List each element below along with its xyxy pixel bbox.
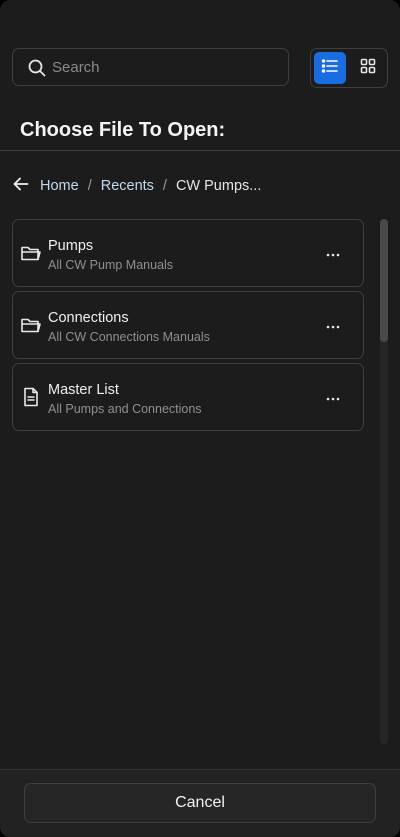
file-list: Pumps All CW Pump Manuals Connections Al… [12,219,364,435]
list-view-button[interactable] [314,52,346,84]
dialog-footer: Cancel [0,769,400,837]
file-description: All CW Connections Manuals [48,330,210,344]
file-picker-dialog: Choose File To Open: Home / Recents / CW… [0,0,400,837]
search-input[interactable] [52,49,282,85]
file-name: Pumps [48,238,94,254]
header-divider [0,150,400,151]
file-document-icon [20,386,42,408]
search-box[interactable] [12,48,289,86]
breadcrumb-separator: / [87,178,92,194]
list-icon [321,57,339,80]
file-item-connections[interactable]: Connections All CW Connections Manuals [12,291,364,359]
file-name: Master List [48,382,119,398]
file-item-pumps[interactable]: Pumps All CW Pump Manuals [12,219,364,287]
file-item-master-list[interactable]: Master List All Pumps and Connections [12,363,364,431]
dialog-title: Choose File To Open: [20,119,226,141]
breadcrumb-current: CW Pumps... [175,178,262,194]
file-description: All Pumps and Connections [48,402,202,416]
ellipsis-icon [326,316,340,334]
grid-icon [360,58,376,79]
file-description: All CW Pump Manuals [48,258,174,272]
search-icon [27,58,47,78]
more-options-button[interactable] [321,386,345,408]
scrollbar-thumb[interactable] [380,219,388,342]
folder-icon [20,314,42,336]
grid-view-button[interactable] [352,52,384,84]
view-toggle [310,48,388,88]
arrow-left-icon [12,175,30,197]
back-button[interactable] [11,176,31,196]
cancel-button[interactable]: Cancel [24,783,376,823]
ellipsis-icon [326,244,340,262]
folder-icon [20,242,42,264]
breadcrumb: Home / Recents / CW Pumps... [11,175,261,197]
more-options-button[interactable] [321,242,345,264]
more-options-button[interactable] [321,314,345,336]
breadcrumb-home[interactable]: Home [40,178,79,194]
file-name: Connections [48,310,129,326]
breadcrumb-separator: / [162,178,167,194]
breadcrumb-recents[interactable]: Recents [101,178,154,194]
ellipsis-icon [326,388,340,406]
